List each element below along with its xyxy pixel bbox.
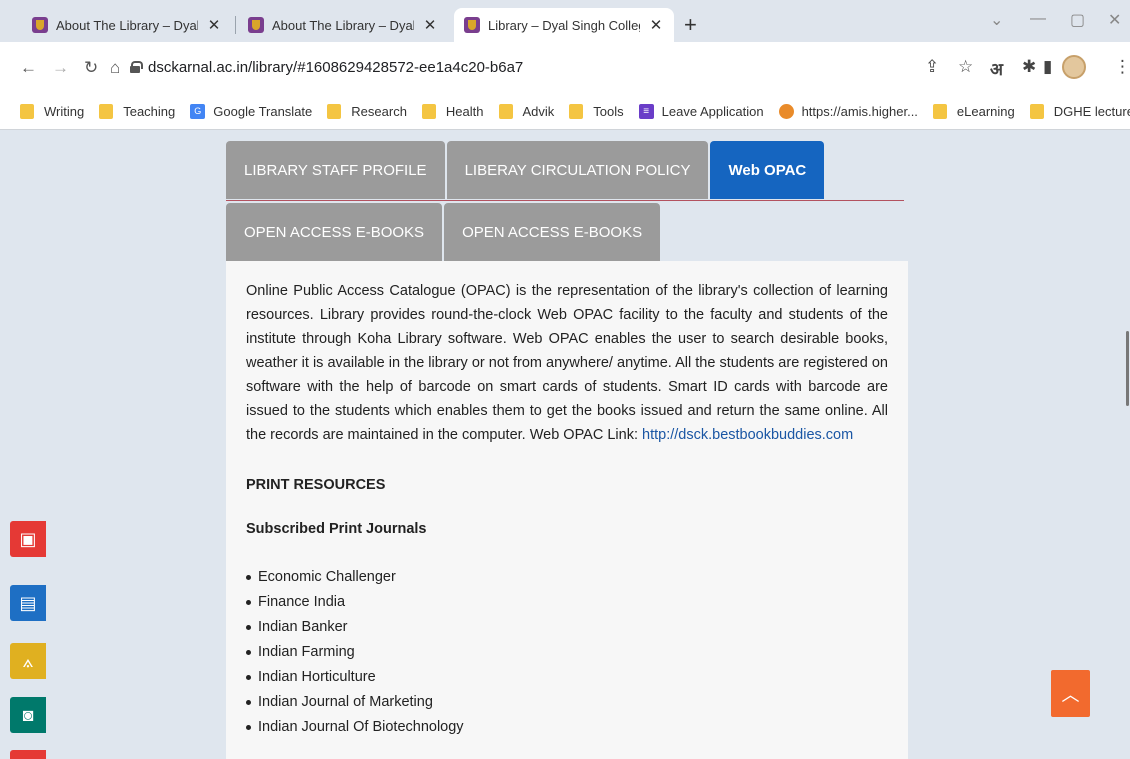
list-item: Indian Journal of Marketing: [246, 690, 888, 715]
browser-tab-strip: About The Library – Dyal Singh C ✕ About…: [0, 0, 1130, 42]
minimize-icon[interactable]: —: [1030, 10, 1046, 28]
browser-tab-2[interactable]: About The Library – Dyal Singh C ✕: [238, 8, 448, 42]
bookmark-leave-application[interactable]: ≡ Leave Application: [638, 104, 764, 119]
browser-tab-1[interactable]: About The Library – Dyal Singh C ✕: [22, 8, 232, 42]
hindi-extension-icon[interactable]: अ: [990, 57, 1003, 80]
extensions-puzzle-icon[interactable]: ✱: [1022, 57, 1036, 77]
browser-tab-title: About The Library – Dyal Singh C: [56, 17, 198, 33]
folder-icon: [99, 104, 114, 119]
bookmark-amis[interactable]: https://amis.higher...: [778, 104, 918, 119]
tabs-underline: [226, 200, 904, 201]
bookmark-label: DGHE lectures: [1053, 104, 1130, 119]
tab-open-access-ebooks-1[interactable]: OPEN ACCESS E-BOOKS: [226, 203, 443, 261]
sidebar-camera-icon[interactable]: ◙: [10, 697, 46, 733]
folder-icon: [498, 104, 513, 119]
folder-icon: [421, 104, 436, 119]
bookmark-star-icon[interactable]: ☆: [958, 57, 973, 77]
amis-icon: [778, 104, 794, 119]
close-tab-icon[interactable]: ✕: [422, 16, 438, 34]
bookmark-health[interactable]: Health: [421, 104, 484, 119]
opac-description-text: Online Public Access Catalogue (OPAC) is…: [246, 283, 888, 443]
print-resources-heading: PRINT RESOURCES: [246, 477, 386, 493]
list-item: Indian Banker: [246, 615, 888, 640]
bookmark-label: Research: [351, 104, 407, 119]
sidebar-contact-icon[interactable]: ▣: [10, 521, 46, 557]
form-icon: ≡: [638, 104, 654, 119]
close-tab-icon[interactable]: ✕: [648, 16, 664, 34]
opac-link-label: Web OPAC Link:: [529, 427, 638, 443]
folder-icon: [20, 104, 34, 119]
bookmark-dghe-lectures[interactable]: DGHE lectures: [1029, 104, 1130, 119]
opac-description: Online Public Access Catalogue (OPAC) is…: [246, 279, 888, 447]
browser-tab-title: Library – Dyal Singh College: [488, 17, 640, 33]
sidebar-news-icon[interactable]: ▤: [10, 585, 46, 621]
browser-tab-title: About The Library – Dyal Singh C: [272, 17, 414, 33]
tab-library-staff-profile[interactable]: LIBRARY STAFF PROFILE: [226, 141, 445, 199]
folder-icon: [569, 104, 584, 119]
bookmark-elearning[interactable]: eLearning: [932, 104, 1015, 119]
tab-search-icon[interactable]: ⌄: [990, 10, 1003, 30]
tab-web-opac[interactable]: Web OPAC: [710, 141, 825, 199]
forward-icon[interactable]: →: [52, 58, 69, 78]
profile-avatar[interactable]: [1062, 55, 1086, 79]
bookmark-label: Teaching: [123, 104, 176, 119]
bookmark-label: Health: [445, 104, 484, 119]
bookmark-label: Tools: [593, 104, 624, 119]
browser-toolbar: ← → ↻ ⌂ dsckarnal.ac.in/library/#1608629…: [0, 42, 1130, 94]
college-favicon-icon: [464, 17, 480, 33]
scroll-to-top-button[interactable]: ︿: [1051, 670, 1090, 717]
list-item: Economic Challenger: [246, 565, 888, 590]
bookmark-label: Advik: [522, 104, 555, 119]
college-favicon-icon: [248, 17, 264, 33]
address-bar[interactable]: dsckarnal.ac.in/library/#1608629428572-e…: [148, 59, 523, 76]
folder-icon: [327, 104, 342, 119]
subscribed-journals-heading: Subscribed Print Journals: [246, 521, 427, 537]
back-icon[interactable]: ←: [20, 58, 37, 78]
tab-content-panel: Online Public Access Catalogue (OPAC) is…: [226, 261, 908, 759]
menu-kebab-icon[interactable]: ⋮: [1114, 57, 1130, 77]
bookmark-label: Google Translate: [213, 104, 313, 119]
share-icon[interactable]: ⇪: [925, 57, 939, 77]
bookmark-label: https://amis.higher...: [801, 104, 918, 119]
sidebar-extra-button[interactable]: [10, 750, 46, 759]
side-panel-icon[interactable]: ▮: [1043, 57, 1052, 77]
folder-icon: [1029, 104, 1044, 119]
tab-circulation-policy[interactable]: LIBERAY CIRCULATION POLICY: [446, 141, 709, 199]
folder-icon: [932, 104, 947, 119]
bookmarks-bar: Writing Teaching G Google Translate Resea…: [0, 94, 1130, 130]
tab-open-access-ebooks-2[interactable]: OPEN ACCESS E-BOOKS: [444, 203, 661, 261]
restore-icon[interactable]: ▢: [1070, 10, 1085, 30]
sidebar-compass-icon[interactable]: ⟑: [10, 643, 46, 679]
bookmark-google-translate[interactable]: G Google Translate: [190, 104, 312, 119]
web-page: LIBRARY STAFF PROFILE LIBERAY CIRCULATIO…: [0, 131, 1130, 759]
bookmark-writing[interactable]: Writing: [20, 104, 84, 119]
journals-list: Economic Challenger Finance India Indian…: [246, 565, 888, 740]
section-tabs-row-2: OPEN ACCESS E-BOOKS OPEN ACCESS E-BOOKS: [226, 203, 662, 261]
reload-icon[interactable]: ↻: [84, 58, 98, 78]
list-item: Indian Horticulture: [246, 665, 888, 690]
bookmark-tools[interactable]: Tools: [569, 104, 624, 119]
college-favicon-icon: [32, 17, 48, 33]
bookmark-teaching[interactable]: Teaching: [99, 104, 175, 119]
browser-tab-active[interactable]: Library – Dyal Singh College ✕: [454, 8, 674, 42]
bookmark-advik[interactable]: Advik: [498, 104, 555, 119]
new-tab-button[interactable]: +: [684, 12, 697, 38]
bookmark-label: eLearning: [956, 104, 1015, 119]
tab-divider: [235, 16, 236, 34]
list-item: Indian Farming: [246, 640, 888, 665]
scrollbar-thumb[interactable]: [1126, 331, 1129, 406]
google-translate-icon: G: [190, 104, 206, 119]
lock-icon[interactable]: [130, 61, 143, 73]
close-tab-icon[interactable]: ✕: [206, 16, 222, 34]
bookmark-label: Leave Application: [661, 104, 764, 119]
window-close-icon[interactable]: ✕: [1108, 10, 1121, 30]
list-item: Indian Journal Of Biotechnology: [246, 715, 888, 740]
section-tabs-row-1: LIBRARY STAFF PROFILE LIBERAY CIRCULATIO…: [226, 141, 826, 199]
opac-link[interactable]: http://dsck.bestbookbuddies.com: [642, 427, 853, 443]
home-icon[interactable]: ⌂: [110, 58, 120, 78]
list-item: Finance India: [246, 590, 888, 615]
bookmark-label: Writing: [44, 104, 85, 119]
bookmark-research[interactable]: Research: [327, 104, 407, 119]
